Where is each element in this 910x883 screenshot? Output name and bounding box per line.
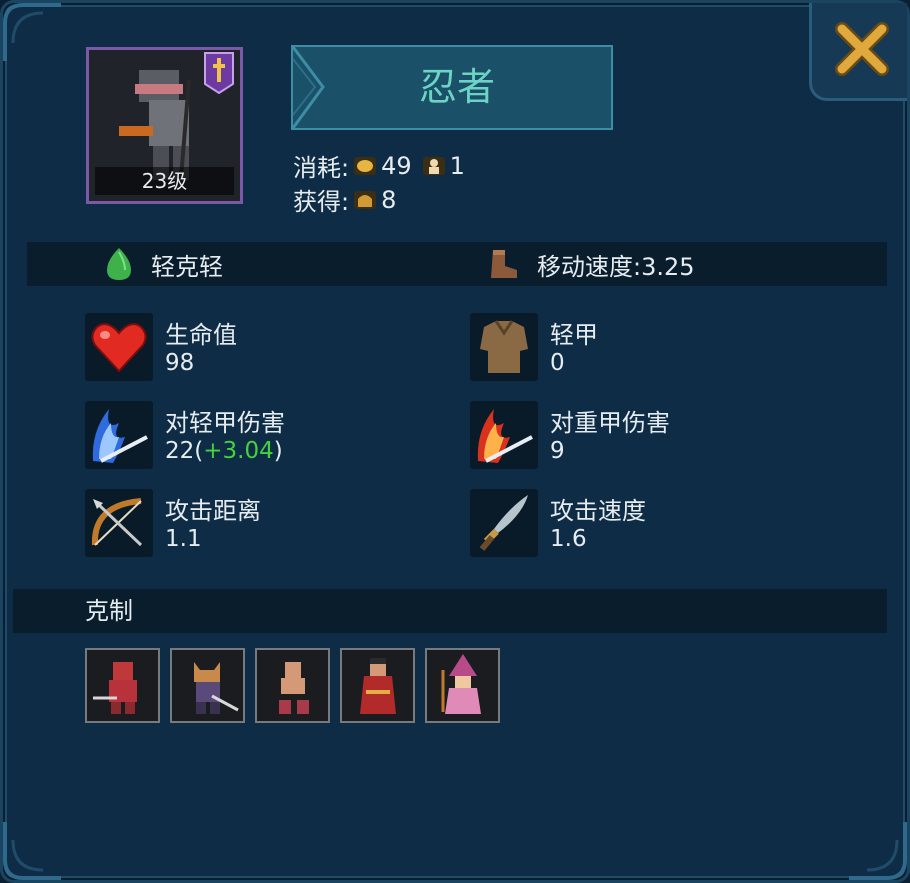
gain-row: 获得: 8	[293, 182, 396, 217]
heart-icon	[85, 313, 153, 381]
unit-info-panel: 23级 忍者 消耗: 49 1 获得: 8 轻克轻 移动速度:3.25 生命值 …	[0, 0, 910, 883]
counter-units-list	[85, 648, 500, 723]
stat-value: 1.1	[165, 526, 202, 552]
red-knight-unit-icon[interactable]	[85, 648, 160, 723]
blue-flame-sword-icon	[85, 401, 153, 469]
red-monk-unit-icon[interactable]	[340, 648, 415, 723]
helmet-points-icon	[354, 190, 377, 209]
stat-value: 9	[550, 438, 565, 464]
panel-corner-ornament	[847, 820, 907, 880]
gold-coin-icon	[354, 156, 377, 175]
light-armor-icon	[470, 313, 538, 381]
stat-armor: 轻甲 0	[470, 313, 790, 383]
hero-name-banner: 忍者	[291, 45, 613, 130]
panel-corner-ornament	[3, 3, 63, 63]
move-speed-info: 移动速度:3.25	[485, 242, 695, 286]
stat-hp: 生命值 98	[85, 313, 405, 383]
hero-name: 忍者	[418, 65, 495, 109]
stat-label: 生命值	[165, 321, 237, 349]
stat-value: 98	[165, 350, 195, 376]
red-flame-sword-icon	[470, 401, 538, 469]
panel-corner-ornament	[3, 820, 63, 880]
cost-label: 消耗:	[293, 154, 350, 182]
stat-label: 对重甲伤害	[550, 409, 670, 437]
hero-portrait: 23级	[86, 47, 243, 204]
rank-badge-icon	[204, 52, 234, 98]
stat-range: 攻击距离 1.1	[85, 489, 405, 559]
stat-label: 对轻甲伤害	[165, 409, 285, 437]
close-button-frame	[809, 3, 907, 101]
cost-gold: 49	[381, 151, 412, 180]
move-speed-text: 移动速度:3.25	[537, 252, 695, 281]
close-icon[interactable]	[834, 21, 890, 77]
hero-level: 23级	[95, 167, 234, 195]
stat-vs-light: 对轻甲伤害 22(+3.04)	[85, 401, 405, 471]
pink-witch-unit-icon[interactable]	[425, 648, 500, 723]
stat-value: 1.6	[550, 526, 587, 552]
population-icon	[422, 156, 445, 175]
counters-title: 克制	[85, 597, 133, 625]
cost-row: 消耗: 49 1	[293, 148, 465, 183]
boot-icon	[491, 250, 517, 278]
matchup-text: 轻克轻	[151, 252, 223, 281]
matchup-info: 轻克轻	[105, 242, 223, 286]
info-band: 轻克轻 移动速度:3.25	[27, 242, 887, 286]
green-leaf-icon	[107, 248, 131, 280]
cost-population: 1	[449, 151, 465, 180]
cat-swordsman-unit-icon[interactable]	[170, 648, 245, 723]
gain-points: 8	[381, 185, 397, 214]
stat-bonus: +3.04	[203, 438, 274, 464]
stat-label: 攻击距离	[165, 497, 261, 525]
stat-value: 0	[550, 350, 565, 376]
gain-label: 获得:	[293, 188, 350, 216]
bow-icon	[85, 489, 153, 557]
stat-label: 攻击速度	[550, 497, 646, 525]
counters-header: 克制	[13, 589, 887, 633]
dagger-icon	[470, 489, 538, 557]
stat-label: 轻甲	[550, 321, 598, 349]
stat-atk-speed: 攻击速度 1.6	[470, 489, 790, 559]
martial-artist-unit-icon[interactable]	[255, 648, 330, 723]
stat-vs-heavy: 对重甲伤害 9	[470, 401, 790, 471]
stat-value: 22(+3.04)	[165, 438, 283, 464]
